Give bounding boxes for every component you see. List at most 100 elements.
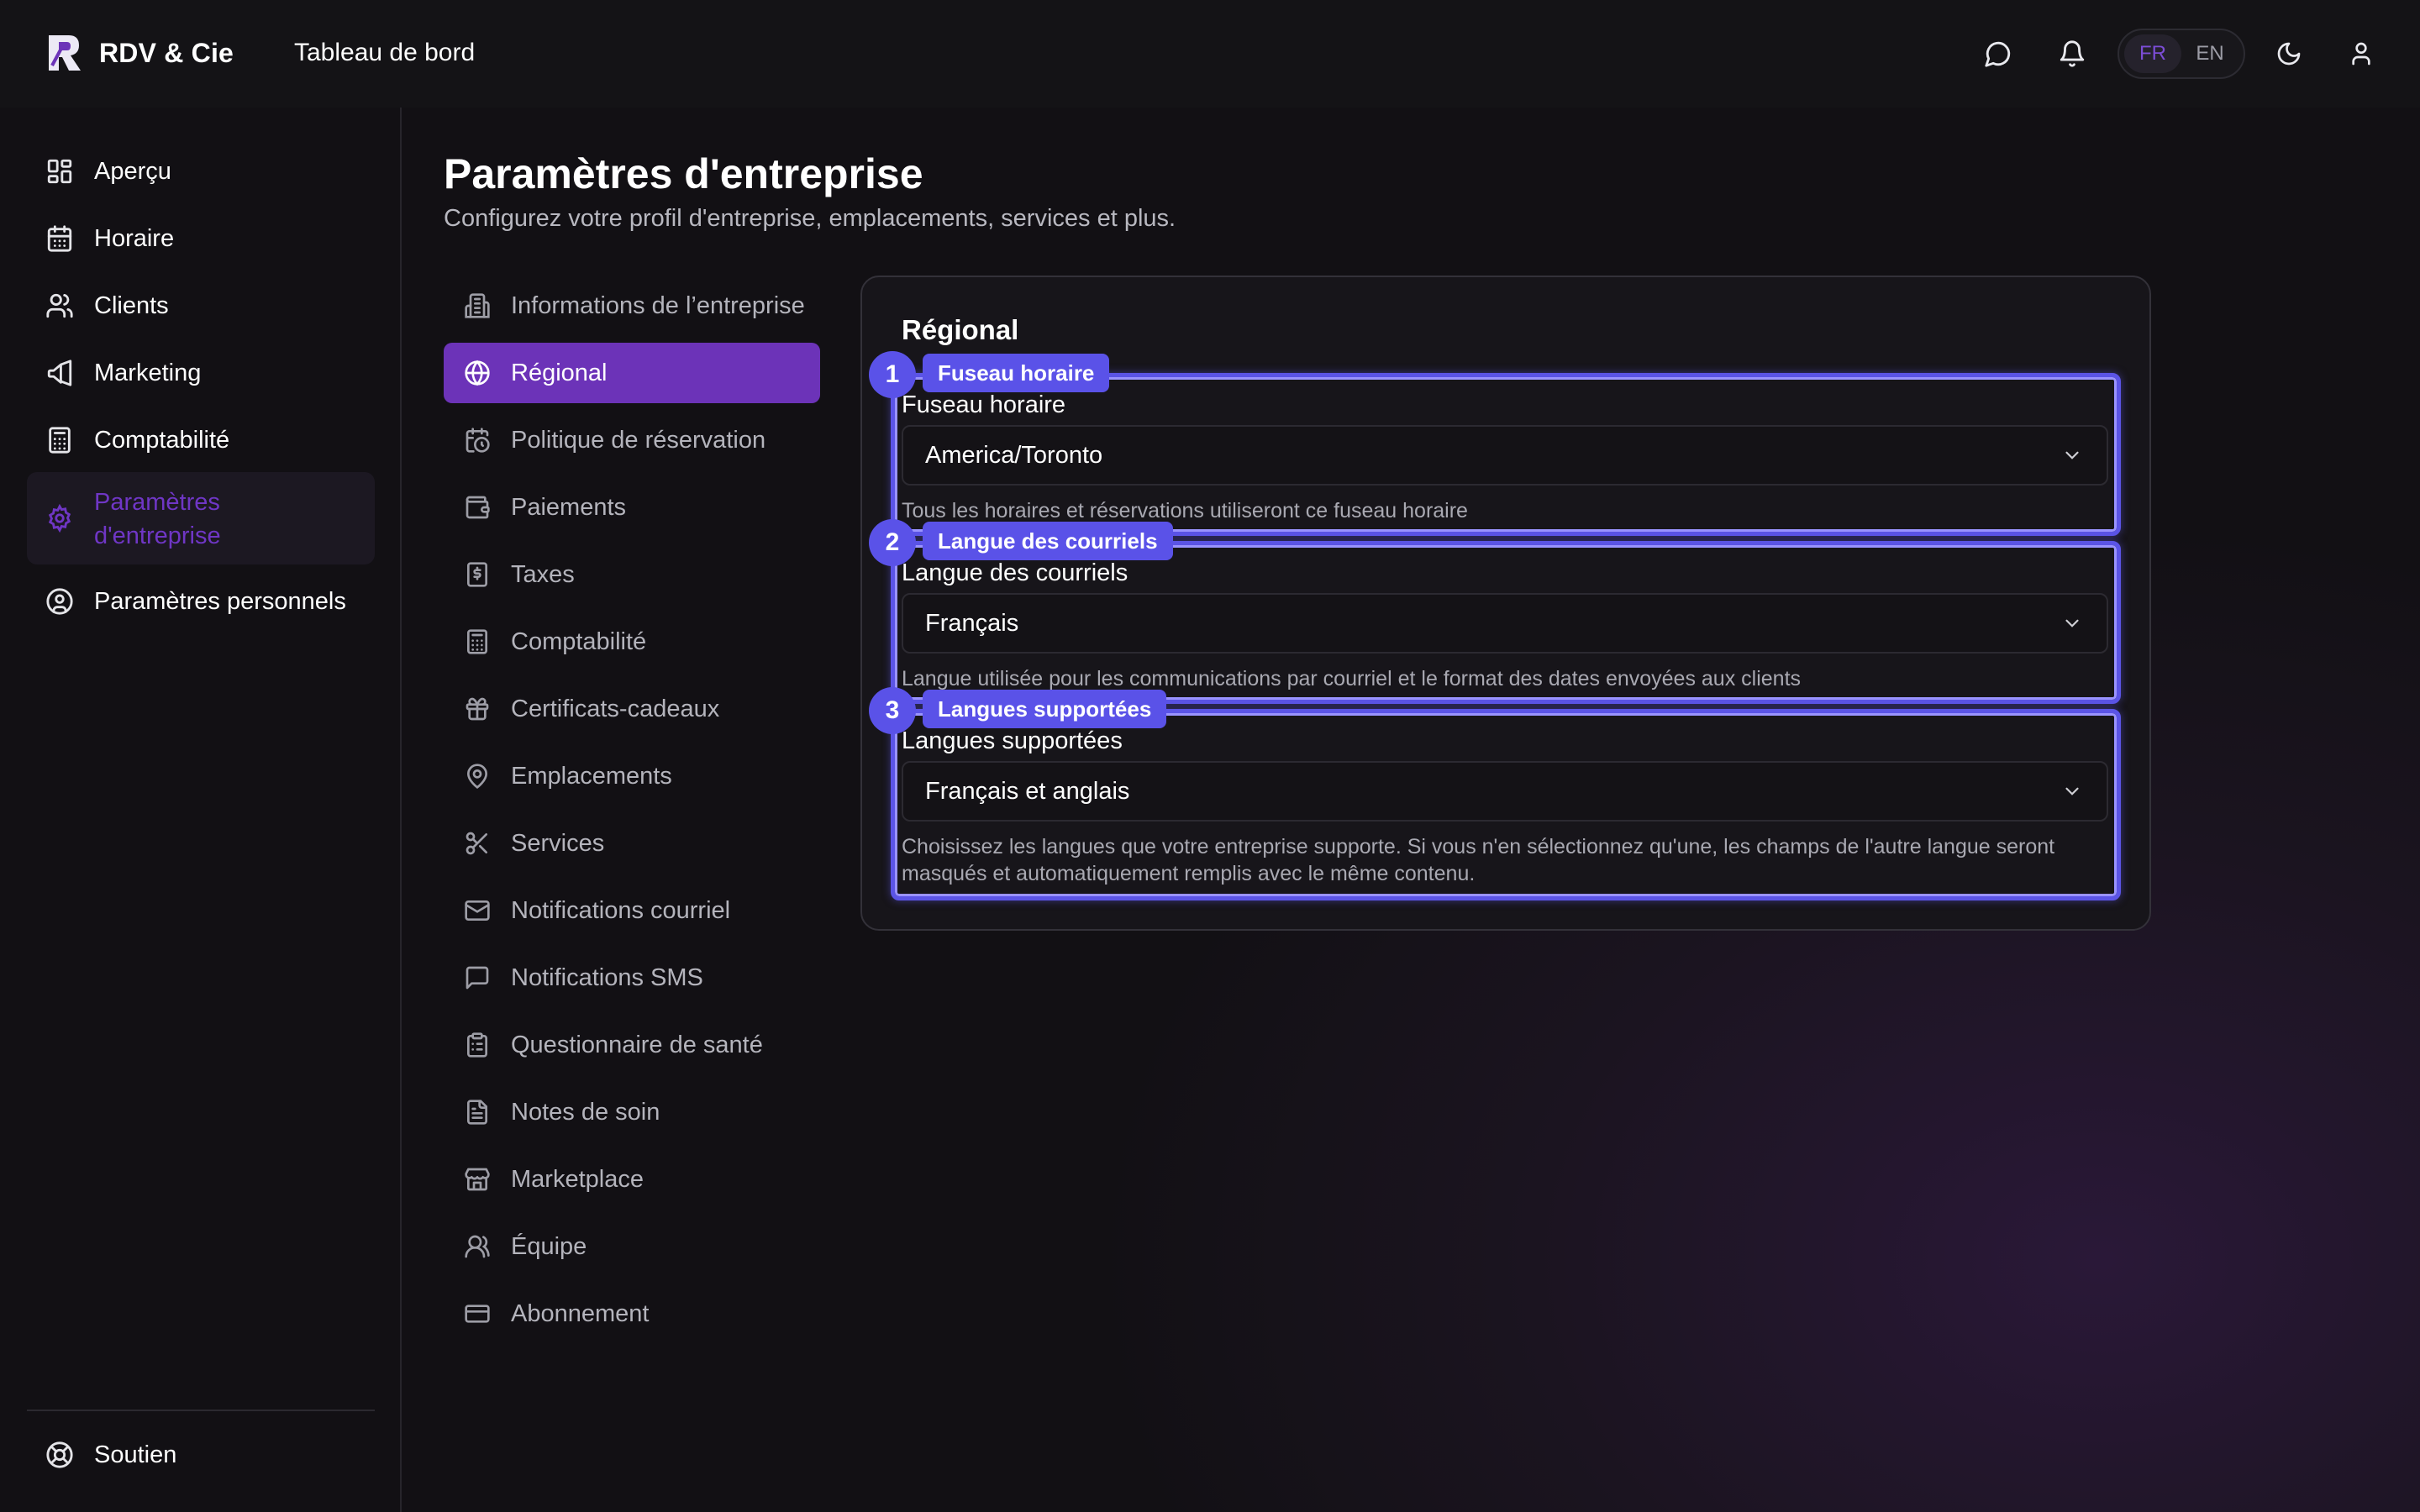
subnav-item-services[interactable]: Services xyxy=(444,813,820,874)
brand-logo-icon xyxy=(44,32,84,74)
sidebar-divider xyxy=(27,1410,375,1411)
sidebar-item-clients[interactable]: Clients xyxy=(27,276,375,336)
subnav-label: Équipe xyxy=(511,1233,587,1260)
building-icon xyxy=(464,292,491,319)
credit-card-icon xyxy=(464,1300,491,1327)
lang-en-option[interactable]: EN xyxy=(2181,34,2238,73)
subnav-label: Marketplace xyxy=(511,1166,644,1193)
calculator-icon xyxy=(45,426,74,454)
language-toggle: FR EN xyxy=(2118,29,2245,79)
sidebar-item-parametres-entreprise[interactable]: Paramètres d'entreprise xyxy=(27,472,375,564)
lifebuoy-icon xyxy=(45,1441,74,1469)
subnav-item-abonnement[interactable]: Abonnement xyxy=(444,1284,820,1344)
email-language-select[interactable]: Français xyxy=(902,593,2108,654)
sidebar-item-horaire[interactable]: Horaire xyxy=(27,208,375,269)
subnav-item-notes-soin[interactable]: Notes de soin xyxy=(444,1082,820,1142)
subnav-item-paiements[interactable]: Paiements xyxy=(444,477,820,538)
bell-icon[interactable] xyxy=(2054,35,2091,72)
clipboard-icon xyxy=(464,1032,491,1058)
subnav-label: Comptabilité xyxy=(511,628,647,655)
moon-icon[interactable] xyxy=(2270,35,2307,72)
page-breadcrumb-title: Tableau de bord xyxy=(294,39,476,66)
subnav-item-certificats-cadeaux[interactable]: Certificats-cadeaux xyxy=(444,679,820,739)
annotation-number-3: 3 xyxy=(869,687,916,734)
sidebar-item-label: Comptabilité xyxy=(94,427,230,454)
email-language-label: Langue des courriels xyxy=(902,559,1128,586)
sidebar-item-marketing[interactable]: Marketing xyxy=(27,343,375,403)
annotation-tag-email-language: Langue des courriels xyxy=(923,522,1173,560)
sidebar-item-label: Marketing xyxy=(94,360,202,386)
timezone-value: America/Toronto xyxy=(925,441,1103,469)
gift-icon xyxy=(464,696,491,722)
annotation-tag-timezone: Fuseau horaire xyxy=(923,354,1110,392)
subnav-item-regional[interactable]: Régional xyxy=(444,343,820,403)
chevron-down-icon xyxy=(2061,780,2083,802)
subnav-item-taxes[interactable]: Taxes xyxy=(444,544,820,605)
sidebar-item-apercu[interactable]: Aperçu xyxy=(27,141,375,202)
subnav-label: Services xyxy=(511,830,605,857)
dashboard-icon xyxy=(45,157,74,186)
subnav-label: Paiements xyxy=(511,494,627,521)
subnav-item-notifications-courriel[interactable]: Notifications courriel xyxy=(444,880,820,941)
subnav-item-marketplace[interactable]: Marketplace xyxy=(444,1149,820,1210)
calendar-icon xyxy=(45,224,74,253)
sidebar-item-soutien[interactable]: Soutien xyxy=(27,1425,375,1485)
annotation-number-1: 1 xyxy=(869,351,916,398)
subnav-item-questionnaire-sante[interactable]: Questionnaire de santé xyxy=(444,1015,820,1075)
subnav-label: Abonnement xyxy=(511,1300,650,1327)
subnav-label: Certificats-cadeaux xyxy=(511,696,720,722)
subnav-item-politique-reservation[interactable]: Politique de réservation xyxy=(444,410,820,470)
sidebar-item-label: Aperçu xyxy=(94,158,171,185)
timezone-help: Tous les horaires et réservations utilis… xyxy=(902,499,1468,522)
wallet-icon xyxy=(464,494,491,521)
subnav-label: Notes de soin xyxy=(511,1099,660,1126)
gear-icon xyxy=(45,504,74,533)
annotation-number-2: 2 xyxy=(869,519,916,566)
subnav-item-comptabilite[interactable]: Comptabilité xyxy=(444,612,820,672)
calendar-clock-icon xyxy=(464,427,491,454)
email-language-help: Langue utilisée pour les communications … xyxy=(902,667,1802,690)
subnav-item-emplacements[interactable]: Emplacements xyxy=(444,746,820,806)
timezone-select[interactable]: America/Toronto xyxy=(902,425,2108,486)
scissors-icon xyxy=(464,830,491,857)
chevron-down-icon xyxy=(2061,444,2083,466)
subnav-label: Emplacements xyxy=(511,763,672,790)
subnav-label: Notifications SMS xyxy=(511,964,703,991)
top-bar: RDV & Cie Tableau de bord FR EN xyxy=(0,0,2420,108)
lang-fr-option[interactable]: FR xyxy=(2124,34,2181,73)
sidebar-item-parametres-personnels[interactable]: Paramètres personnels xyxy=(27,571,375,632)
card-title: Régional xyxy=(902,314,1019,345)
sidebar-item-label: Horaire xyxy=(94,225,175,252)
user-circle-icon xyxy=(45,587,74,616)
sidebar-item-label: Soutien xyxy=(94,1441,177,1468)
timezone-label: Fuseau horaire xyxy=(902,391,1066,418)
subnav-label: Régional xyxy=(511,360,608,386)
page-title: Paramètres d'entreprise xyxy=(444,150,923,197)
receipt-dollar-icon xyxy=(464,561,491,588)
subnav-label: Taxes xyxy=(511,561,575,588)
calculator-icon xyxy=(464,628,491,655)
megaphone-icon xyxy=(45,359,74,387)
supported-languages-label: Langues supportées xyxy=(902,727,1123,754)
chat-icon[interactable] xyxy=(1980,35,2017,72)
subnav-label: Informations de l’entreprise xyxy=(511,292,805,319)
globe-icon xyxy=(464,360,491,386)
users-icon xyxy=(45,291,74,320)
sidebar-item-comptabilite[interactable]: Comptabilité xyxy=(27,410,375,470)
subnav-item-informations[interactable]: Informations de l’entreprise xyxy=(444,276,820,336)
sidebar-item-label: Paramètres personnels xyxy=(94,588,346,615)
subnav-item-notifications-sms[interactable]: Notifications SMS xyxy=(444,948,820,1008)
sidebar-item-label: Paramètres d'entreprise xyxy=(94,489,221,549)
store-icon xyxy=(464,1166,491,1193)
mail-icon xyxy=(464,897,491,924)
sidebar-item-label: Clients xyxy=(94,292,169,319)
user-icon[interactable] xyxy=(2343,35,2380,72)
supported-languages-select[interactable]: Français et anglais xyxy=(902,761,2108,822)
map-pin-icon xyxy=(464,763,491,790)
subnav-label: Politique de réservation xyxy=(511,427,766,454)
supported-languages-help: Choisissez les langues que votre entrepr… xyxy=(902,835,2055,885)
subnav-item-equipe[interactable]: Équipe xyxy=(444,1216,820,1277)
brand[interactable]: RDV & Cie xyxy=(44,32,234,74)
subnav-label: Notifications courriel xyxy=(511,897,731,924)
email-language-value: Français xyxy=(925,609,1019,637)
